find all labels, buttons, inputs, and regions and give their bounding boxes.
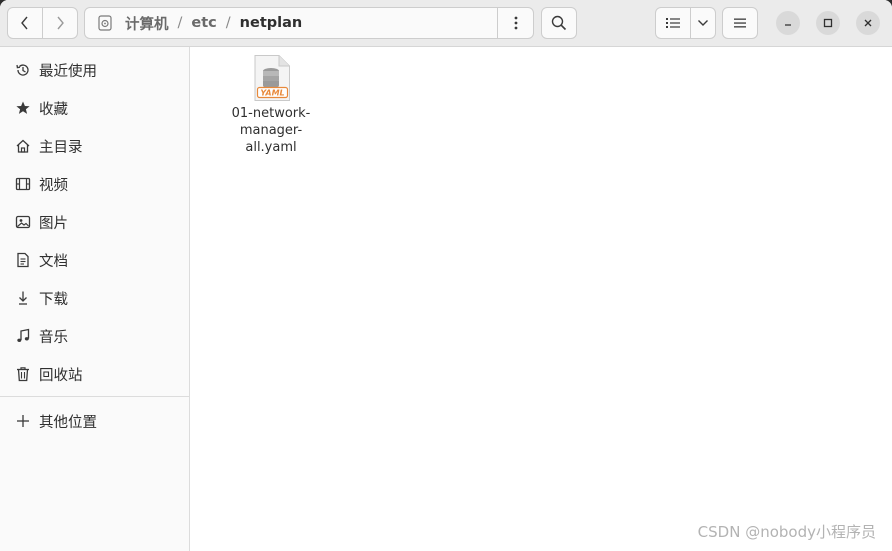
search-icon [551,15,567,31]
video-icon [14,175,32,193]
file-badge: YAML [260,89,284,98]
header-bar: 计算机 / etc / netplan [0,0,892,47]
sidebar-item-music[interactable]: 音乐 [0,319,189,353]
sidebar-item-label: 图片 [39,215,68,232]
trash-icon [14,365,32,383]
sidebar-item-pictures[interactable]: 图片 [0,205,189,239]
sidebar-item-videos[interactable]: 视频 [0,167,189,201]
sidebar-item-label: 音乐 [39,329,68,346]
breadcrumb-etc[interactable]: etc [191,15,216,31]
list-view-button[interactable] [655,7,691,39]
star-icon [14,99,32,117]
sidebar-item-other-locations[interactable]: 其他位置 [0,404,189,438]
breadcrumb-separator: / [225,15,231,31]
view-options-button[interactable] [690,7,716,39]
recent-icon [14,61,32,79]
file-name: 01-network-manager-all.yaml [231,106,311,155]
hamburger-menu-icon [734,18,746,28]
sidebar-item-home[interactable]: 主目录 [0,129,189,163]
sidebar-item-label: 主目录 [39,139,83,156]
drive-icon[interactable] [93,15,117,31]
file-view[interactable]: YAML 01-network-manager-all.yaml CSDN @n… [190,47,892,551]
back-button[interactable] [7,7,43,39]
list-view-icon [666,18,680,28]
sidebar-item-trash[interactable]: 回收站 [0,357,189,391]
plus-icon [14,412,32,430]
document-icon [14,251,32,269]
sidebar-item-label: 回收站 [39,367,83,384]
sidebar-item-label: 下载 [39,291,68,308]
music-icon [14,327,32,345]
maximize-button[interactable] [816,11,840,35]
yaml-file-icon: YAML [251,54,291,102]
sidebar-item-documents[interactable]: 文档 [0,243,189,277]
sidebar-divider [0,396,189,397]
sidebar: 最近使用 收藏 主目录 视频 图片 文档 下载 音乐 回收站 其他位置 [0,47,190,551]
breadcrumb-computer[interactable]: 计算机 [125,13,169,34]
close-button[interactable] [856,11,880,35]
file-item[interactable]: YAML 01-network-manager-all.yaml [226,52,316,156]
chevron-down-icon [698,20,708,26]
sidebar-item-label: 文档 [39,253,68,270]
path-bar: 计算机 / etc / netplan [84,7,534,39]
path-menu-button[interactable] [497,7,533,39]
home-icon [14,137,32,155]
sidebar-item-label: 最近使用 [39,63,97,80]
sidebar-item-label: 其他位置 [39,414,97,431]
main-menu-button[interactable] [722,7,758,39]
breadcrumb-netplan[interactable]: netplan [240,15,303,31]
minimize-icon [785,24,791,26]
breadcrumb-separator: / [177,15,183,31]
more-vertical-icon [514,16,517,30]
file-manager-window: 计算机 / etc / netplan 最近使用 收藏 主目录 视频 图片 文档… [0,0,892,551]
maximize-icon [823,18,833,28]
minimize-button[interactable] [776,11,800,35]
sidebar-item-starred[interactable]: 收藏 [0,91,189,125]
close-icon [864,19,872,27]
sidebar-item-label: 视频 [39,177,68,194]
forward-button[interactable] [42,7,78,39]
watermark: CSDN @nobody小程序员 [697,523,876,541]
search-button[interactable] [541,7,577,39]
download-icon [14,289,32,307]
sidebar-item-recent[interactable]: 最近使用 [0,53,189,87]
sidebar-item-downloads[interactable]: 下载 [0,281,189,315]
sidebar-item-label: 收藏 [39,101,68,118]
chevron-right-icon [57,16,64,30]
chevron-left-icon [21,16,28,30]
picture-icon [14,213,32,231]
